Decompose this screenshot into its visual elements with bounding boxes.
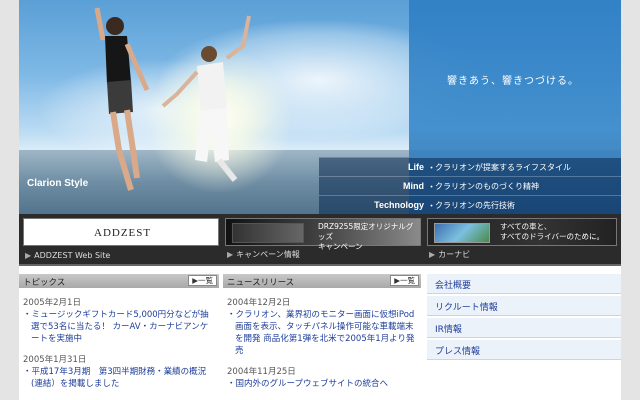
topics-list-button[interactable]: ▶一覧 [188, 275, 217, 286]
hero-link-key: Mind [403, 181, 424, 191]
addzest-banner[interactable]: ADDZEST ▶ ADDZEST Web Site [23, 218, 219, 260]
side-link-company[interactable]: 会社概要 [427, 274, 621, 294]
item-link[interactable]: ・クラリオン、業界初のモニター画面に仮想iPod画面を表示、タッチパネル操作可能… [227, 309, 417, 357]
banner-strip: ADDZEST ▶ ADDZEST Web Site DRZ9255限定オリジナル… [19, 214, 621, 264]
hero-link-desc: クラリオンのものづくり精神 [435, 182, 539, 191]
arrow-icon: ▶ [25, 251, 32, 260]
news-list-button[interactable]: ▶一覧 [390, 275, 419, 286]
addzest-logo: ADDZEST [94, 227, 152, 239]
side-link-press[interactable]: プレス情報 [427, 340, 621, 360]
arrow-icon: ▶ [429, 250, 436, 259]
jumping-woman-figure [161, 15, 251, 182]
clarion-style-label: Clarion Style [27, 178, 89, 189]
lower-content: トピックス ▶一覧 2005年2月1日 ・ミュージックギフトカード5,000円分… [19, 266, 621, 400]
item-date: 2004年11月25日 [227, 367, 296, 377]
item-date: 2004年12月2日 [227, 298, 291, 308]
banner-image: DRZ9255限定オリジナルグッズ キャンペーン [225, 218, 421, 251]
bullet-icon: ・ [227, 379, 236, 389]
news-title: ニュースリリース [227, 278, 295, 288]
item-link[interactable]: ・ミュージックギフトカード5,000円分などが抽選で53名に当たる！ カーAV・… [23, 309, 215, 345]
campaign-banner[interactable]: DRZ9255限定オリジナルグッズ キャンペーン ▶ キャンペーン情報 [225, 218, 421, 260]
hero-link-key: Life [407, 162, 424, 172]
news-section: ニュースリリース ▶一覧 2004年12月2日 ・クラリオン、業界初のモニター画… [223, 274, 421, 390]
bullet-icon: ・ [23, 367, 32, 377]
list-item: 2004年11月25日 ・国内外のグループウェブサイトの統合へ [223, 365, 421, 390]
banner-caption[interactable]: ▶ カーナビ [429, 249, 470, 260]
item-link[interactable]: ・国内外のグループウェブサイトの統合へ [227, 378, 417, 390]
bullet-icon: ・ [227, 310, 236, 320]
topics-title: トピックス [23, 278, 66, 288]
banner-image: ADDZEST [23, 218, 219, 246]
topics-header: トピックス ▶一覧 [19, 274, 219, 288]
jumping-man-figure [94, 7, 150, 191]
news-header: ニュースリリース ▶一覧 [223, 274, 421, 288]
item-date: 2005年2月1日 [23, 298, 81, 308]
hero-link-key: Technology [374, 200, 424, 210]
carnavi-banner[interactable]: すべての車と、 すべてのドライバーのために。 ▶ カーナビ [427, 218, 617, 260]
hero-link-technology[interactable]: Technology ・ クラリオンの先行技術 [319, 195, 621, 214]
list-item: 2005年1月31日 ・平成17年3月期 第3四半期財務・業績の概況(連結）を掲… [19, 353, 219, 390]
product-image [232, 223, 304, 243]
banner-caption[interactable]: ▶ キャンペーン情報 [227, 249, 300, 260]
hero-link-life[interactable]: Life ・ クラリオンが提案するライフスタイル [319, 157, 621, 176]
page-container: 響きあう、響きつづける。 Clarion Style Life ・ クラリオンが… [19, 0, 621, 400]
side-navigation: 会社概要 リクルート情報 IR情報 プレス情報 [427, 274, 621, 362]
bullet-icon: ・ [23, 310, 32, 320]
hero-tagline: 響きあう、響きつづける。 [447, 76, 579, 87]
banner-image: すべての車と、 すべてのドライバーのために。 [427, 218, 617, 246]
arrow-icon: ▶ [227, 250, 234, 259]
item-link[interactable]: ・平成17年3月期 第3四半期財務・業績の概況(連結）を掲載しました [23, 366, 215, 390]
hero-link-mind[interactable]: Mind ・ クラリオンのものづくり精神 [319, 176, 621, 195]
item-date: 2005年1月31日 [23, 355, 87, 365]
list-item: 2004年12月2日 ・クラリオン、業界初のモニター画面に仮想iPod画面を表示… [223, 296, 421, 357]
campaign-text: DRZ9255限定オリジナルグッズ キャンペーン [318, 222, 414, 251]
side-link-ir[interactable]: IR情報 [427, 318, 621, 338]
hero-link-desc: クラリオンの先行技術 [435, 201, 515, 210]
hero-link-desc: クラリオンが提案するライフスタイル [435, 163, 571, 172]
navi-screen-image [434, 223, 490, 243]
carnavi-text: すべての車と、 すべてのドライバーのために。 [500, 222, 605, 241]
banner-caption[interactable]: ▶ ADDZEST Web Site [25, 251, 110, 260]
hero-banner[interactable]: 響きあう、響きつづける。 Clarion Style Life ・ クラリオンが… [19, 0, 621, 214]
side-link-recruit[interactable]: リクルート情報 [427, 296, 621, 316]
list-item: 2005年2月1日 ・ミュージックギフトカード5,000円分などが抽選で53名に… [19, 296, 219, 345]
topics-section: トピックス ▶一覧 2005年2月1日 ・ミュージックギフトカード5,000円分… [19, 274, 219, 390]
